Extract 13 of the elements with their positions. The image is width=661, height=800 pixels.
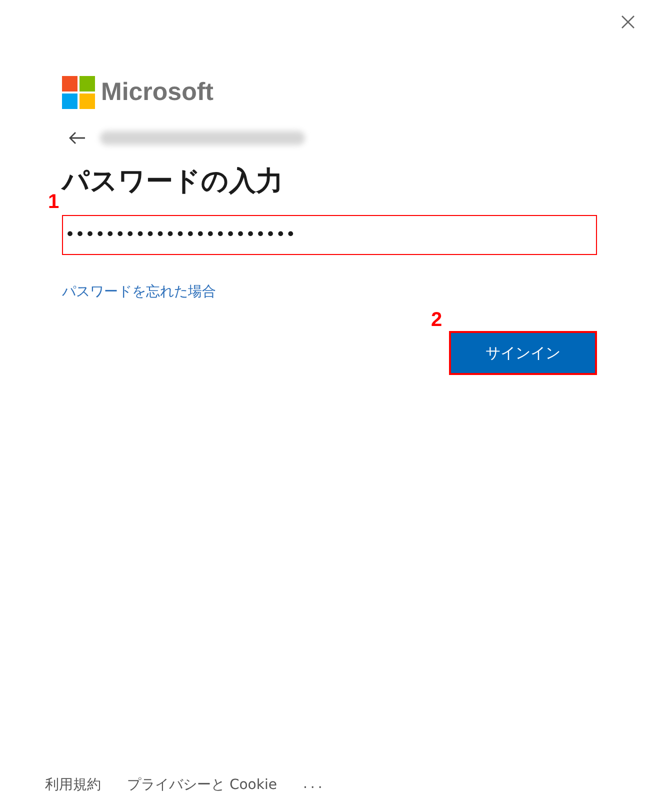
footer-link[interactable]: プライバシーと Cookie xyxy=(127,776,277,794)
logo-text: Microsoft xyxy=(101,78,214,107)
sign-in-button[interactable]: サインイン xyxy=(449,331,597,375)
forgot-password-link[interactable]: パスワードを忘れた場合 xyxy=(62,283,216,301)
step-number: 2 xyxy=(431,309,442,332)
footer-link[interactable]: ... xyxy=(302,776,326,794)
back-arrow-icon[interactable] xyxy=(68,131,86,145)
footer-link[interactable]: 利用規約 xyxy=(45,776,101,794)
page-heading: パスワードの入力 xyxy=(62,165,284,199)
step-number: 1 xyxy=(48,191,60,214)
close-icon[interactable] xyxy=(621,15,635,29)
logo-icon xyxy=(62,76,95,109)
password-field[interactable]: ••••••••••••••••••••••• xyxy=(62,215,597,255)
